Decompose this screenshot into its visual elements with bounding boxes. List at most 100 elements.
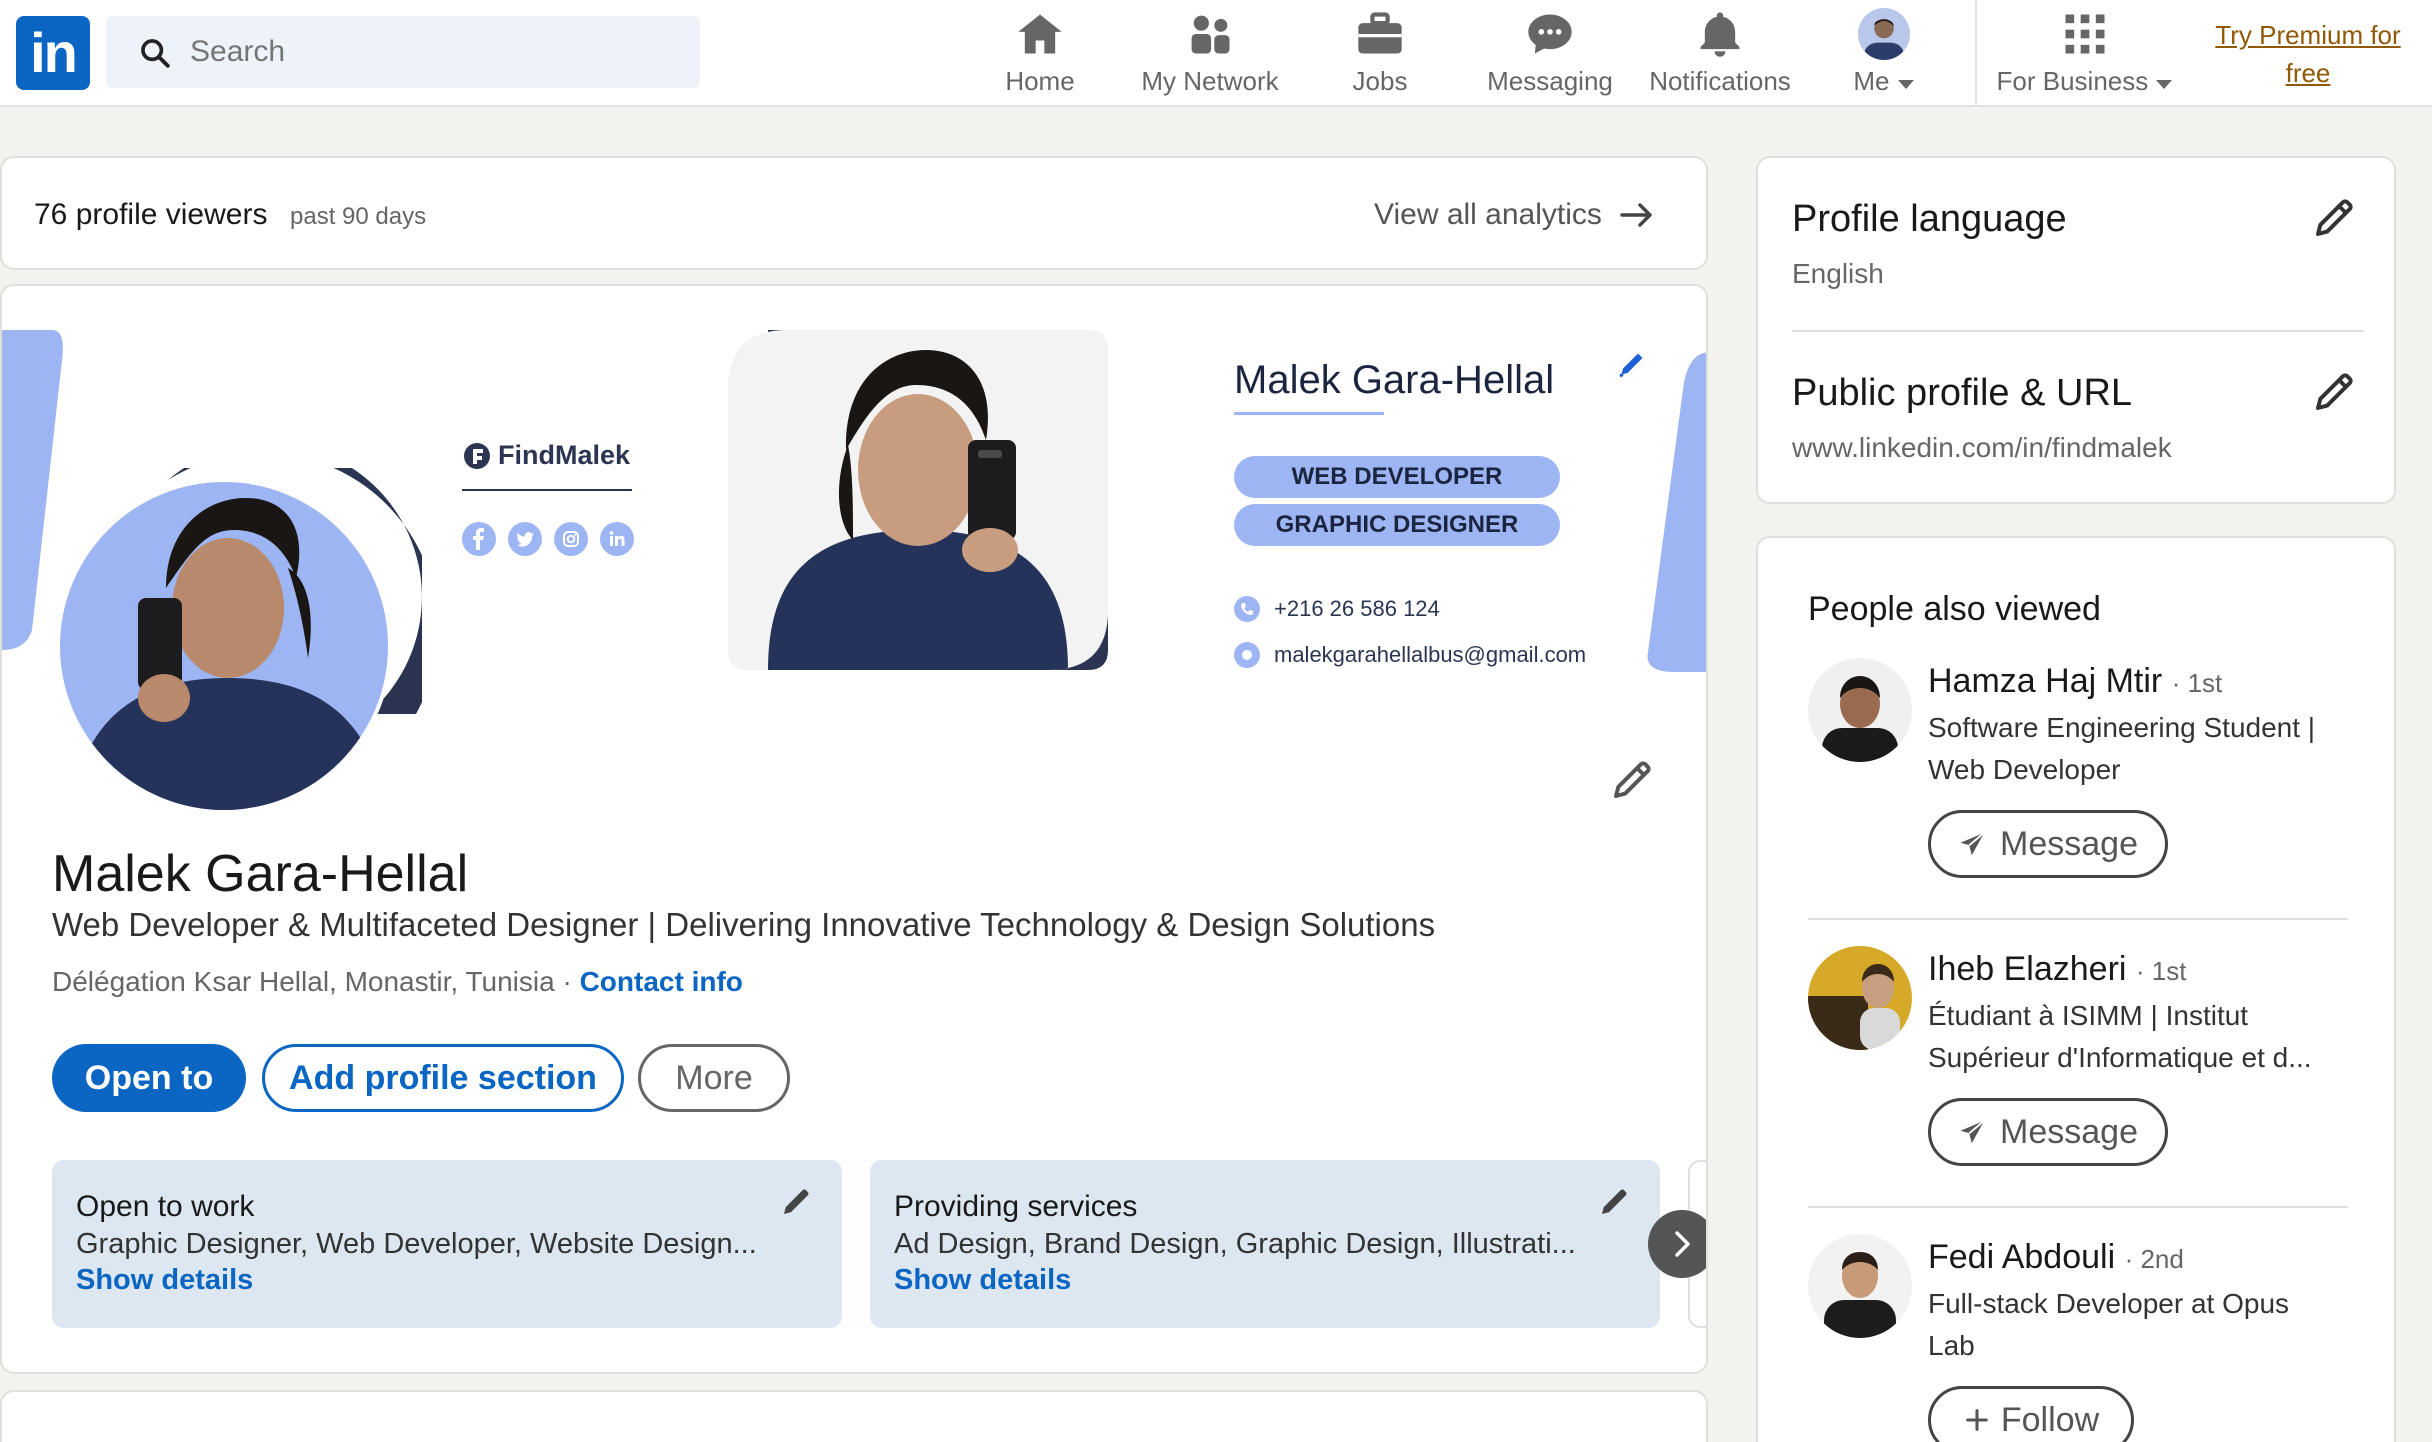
email-icon <box>1234 642 1260 668</box>
nav-messaging-label: Messaging <box>1487 66 1613 96</box>
profile-name: Malek Gara-Hellal <box>52 845 469 903</box>
person-1-name-row[interactable]: Hamza Haj Mtir · 1st <box>1928 662 2222 701</box>
profile-settings-card: Profile language English Public profile … <box>1756 156 2396 504</box>
nav-for-business-label: For Business <box>1990 66 2180 97</box>
settings-divider <box>1792 330 2364 332</box>
chevron-right-icon <box>1675 1231 1690 1257</box>
nav-divider <box>1975 0 1977 107</box>
messaging-icon <box>1528 14 1572 54</box>
nav-jobs[interactable]: Jobs <box>1330 8 1430 100</box>
caret-down-icon <box>1897 80 1914 89</box>
carousel-next-button[interactable] <box>1648 1210 1706 1278</box>
view-all-analytics-link[interactable]: View all analytics <box>1374 198 1654 232</box>
banner-phone: +216 26 586 124 <box>1234 596 1440 622</box>
profile-card: FindMalek Malek Gara-Hellal WEB DEVELOPE… <box>0 284 1708 1374</box>
profile-location: Délégation Ksar Hellal, Monastir, Tunisi… <box>52 966 555 997</box>
next-section-card <box>0 1390 1708 1442</box>
add-profile-section-button[interactable]: Add profile section <box>262 1044 624 1112</box>
edit-intro-pencil-icon[interactable] <box>1608 756 1656 804</box>
arrow-right-icon <box>1620 203 1652 227</box>
instagram-icon <box>554 522 588 556</box>
banner-email: malekgarahellalbus@gmail.com <box>1234 642 1586 668</box>
banner-role-web-developer: WEB DEVELOPER <box>1234 456 1560 498</box>
person-2-headline-1: Étudiant à ISIMM | Institut <box>1928 1000 2249 1031</box>
person-1-message-label: Message <box>2000 824 2138 863</box>
banner-brand-underline <box>462 489 632 491</box>
providing-services-text: Ad Design, Brand Design, Graphic Design,… <box>894 1228 1576 1260</box>
person-divider <box>1808 1206 2348 1208</box>
facebook-icon <box>462 522 496 556</box>
public-profile-url: www.linkedin.com/in/findmalek <box>1792 432 2172 463</box>
home-icon <box>1018 14 1062 54</box>
view-all-analytics-label: View all analytics <box>1374 198 1602 231</box>
nav-home[interactable]: Home <box>990 8 1090 100</box>
public-profile-title: Public profile & URL <box>1792 372 2133 414</box>
banner-name: Malek Gara-Hellal <box>1234 358 1555 402</box>
viewers-period: past 90 days <box>290 203 427 230</box>
person-3-follow-label: Follow <box>2000 1400 2100 1439</box>
edit-url-icon[interactable] <box>2310 368 2358 416</box>
providing-services-show-details[interactable]: Show details <box>894 1264 1071 1297</box>
banner-social-icons <box>462 522 634 556</box>
person-3-degree: · 2nd <box>2124 1244 2184 1274</box>
more-button[interactable]: More <box>638 1044 790 1112</box>
search-bar[interactable] <box>106 16 700 88</box>
nav-jobs-label: Jobs <box>1352 66 1408 96</box>
nav-me-label: Me <box>1842 66 1926 97</box>
banner-brand-name: FindMalek <box>498 440 631 470</box>
nav-my-network[interactable]: My Network <box>1130 8 1290 100</box>
search-input[interactable] <box>190 16 670 88</box>
linkedin-small-icon <box>600 522 634 556</box>
open-to-work-text: Graphic Designer, Web Developer, Website… <box>76 1228 757 1260</box>
person-1-message-button[interactable]: Message <box>1928 810 2168 878</box>
edit-open-to-work-icon[interactable] <box>778 1184 814 1220</box>
avatar[interactable] <box>1808 946 1912 1050</box>
providing-services-title: Providing services <box>894 1190 1138 1223</box>
person-2-message-label: Message <box>2000 1112 2138 1151</box>
person-2-headline-2: Supérieur d'Informatique et d... <box>1928 1042 2312 1073</box>
people-also-viewed-card: People also viewed Hamza Haj Mtir · 1st … <box>1756 536 2396 1442</box>
banner-name-underline <box>1234 412 1384 415</box>
nav-messaging[interactable]: Messaging <box>1480 8 1620 100</box>
open-to-work-card[interactable]: Open to work Graphic Designer, Web Devel… <box>52 1160 842 1328</box>
avatar[interactable] <box>1808 1234 1912 1338</box>
person-1-name: Hamza Haj Mtir <box>1928 662 2163 700</box>
open-to-work-show-details[interactable]: Show details <box>76 1264 253 1297</box>
profile-photo[interactable] <box>58 468 422 812</box>
banner-shape-right <box>1647 352 1706 672</box>
plus-icon <box>1966 1409 1988 1431</box>
nav-notifications[interactable]: Notifications <box>1640 8 1800 100</box>
person-2-name-row[interactable]: Iheb Elazheri · 1st <box>1928 950 2187 989</box>
contact-info-link[interactable]: Contact info <box>580 966 743 997</box>
profile-headline: Web Developer & Multifaceted Designer | … <box>52 906 1436 943</box>
profile-viewers-count[interactable]: 76 profile viewers <box>34 198 267 232</box>
bell-icon <box>1700 12 1740 57</box>
providing-services-card[interactable]: Providing services Ad Design, Brand Desi… <box>870 1160 1660 1328</box>
search-icon <box>141 39 170 68</box>
open-to-button[interactable]: Open to <box>52 1044 246 1112</box>
nav-my-network-label: My Network <box>1141 66 1279 96</box>
person-3-follow-button[interactable]: Follow <box>1928 1386 2134 1442</box>
try-premium-link[interactable]: Try Premium for free <box>2208 16 2408 92</box>
profile-language-value: English <box>1792 258 1884 289</box>
network-icon <box>1191 15 1230 54</box>
nav-me[interactable]: Me <box>1842 8 1926 100</box>
person-2-message-button[interactable]: Message <box>1928 1098 2168 1166</box>
caret-down-icon <box>2156 80 2173 89</box>
phone-icon <box>1234 596 1260 622</box>
person-3-name: Fedi Abdouli <box>1928 1238 2116 1276</box>
twitter-icon <box>508 522 542 556</box>
linkedin-logo[interactable]: in <box>16 16 90 90</box>
analytics-card: 76 profile viewers past 90 days View all… <box>0 156 1708 270</box>
edit-language-icon[interactable] <box>2310 194 2358 242</box>
nav-for-business[interactable]: For Business <box>1990 8 2180 100</box>
location-separator: · <box>562 966 572 997</box>
grid-icon <box>2065 14 2105 54</box>
premium-line-1: Try Premium for <box>2215 20 2401 50</box>
nav-notifications-label: Notifications <box>1649 66 1791 96</box>
person-3-name-row[interactable]: Fedi Abdouli · 2nd <box>1928 1238 2184 1277</box>
banner-role-graphic-designer: GRAPHIC DESIGNER <box>1234 504 1560 546</box>
edit-providing-services-icon[interactable] <box>1596 1184 1632 1220</box>
person-3-headline-2: Lab <box>1928 1330 1975 1361</box>
avatar[interactable] <box>1808 658 1912 762</box>
